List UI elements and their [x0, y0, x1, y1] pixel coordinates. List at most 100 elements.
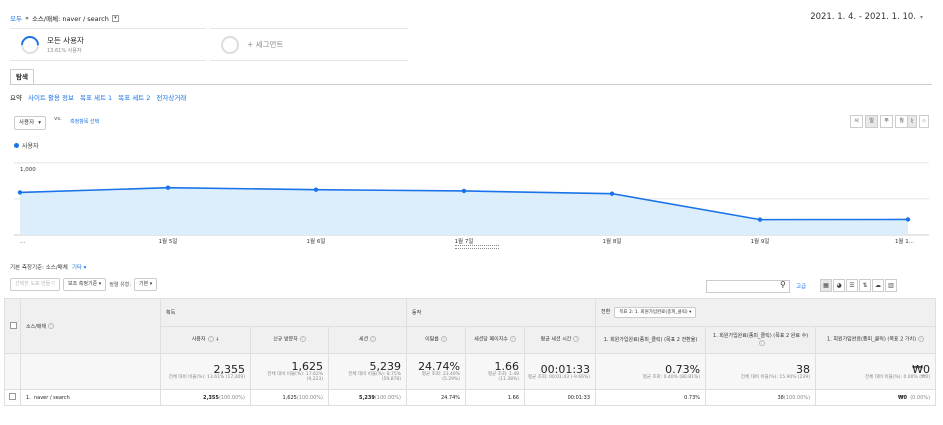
users-line-chart[interactable]: 1,000500...1월 5일1월 6일1월 7일1월 8일1월 9일1월 1… [0, 150, 943, 250]
column-header-goal-value[interactable]: 1. 회원가입완료(종피_클릭) (목표 2 가치)? [815, 326, 937, 354]
advanced-filter-link[interactable]: 고급 [796, 282, 806, 290]
pivot-view-icon[interactable]: ▥ [885, 279, 897, 292]
comparison-view-icon[interactable]: ⇅ [859, 279, 871, 292]
table-row[interactable]: 1. naver / search 2,355(100.00%) 1,625(1… [4, 389, 937, 406]
help-icon[interactable]: ? [299, 336, 306, 343]
segment-title: 모든 사용자 [47, 36, 84, 45]
select-all-checkbox[interactable] [10, 321, 17, 329]
add-segment-button[interactable]: + 세그먼트 [210, 28, 408, 61]
cell-pct: (100.00%) [374, 394, 402, 401]
subtab-ecommerce[interactable]: 전자상거래 [156, 92, 186, 102]
total-sub: 전체 대비 비율(%): 17.62% (9,223) [267, 372, 323, 382]
subtab-site-usage[interactable]: 사이트 활용 정보 [28, 92, 74, 102]
breadcrumb-separator: » [24, 14, 29, 22]
total-avg-session-duration-cell: 00:01:33 평균 조회: 00:01:43 (-9.66%) [524, 353, 597, 390]
breadcrumb-root-link[interactable]: 모두 [10, 13, 22, 23]
subtab-goal-set-2[interactable]: 목표 세트 2 [118, 92, 150, 102]
goal-dropdown[interactable]: 목표 2: 1. 회원가입완료(종피_클릭) ▾ [614, 307, 697, 318]
chevron-down-icon[interactable]: ▾ [111, 14, 119, 22]
breadcrumb-current: 소스/매체: naver / search [31, 15, 109, 23]
term-cloud-icon[interactable]: ☁ [872, 279, 884, 292]
total-sub: 평균 조회: 00:01:43 (-9.66%) [528, 374, 591, 380]
total-sub: 전체 대비 비율(%): 13.61% (17,309) [168, 374, 245, 380]
chevron-down-icon: ▾ [38, 120, 41, 126]
row-index: 1. [26, 394, 31, 401]
column-header-pages-per-session[interactable]: 세션당 페이지수? [465, 326, 526, 354]
segment-ring-icon [17, 31, 43, 58]
help-icon[interactable]: ? [207, 336, 214, 343]
motion-chart-icon[interactable]: ⁘ [919, 115, 929, 128]
help-icon[interactable]: ? [573, 336, 580, 343]
help-icon[interactable]: ? [48, 323, 55, 329]
granularity-hour-button[interactable]: 시 [850, 115, 863, 128]
cell-pct: (100.00%) [783, 394, 811, 401]
column-header-sessions[interactable]: 세션? [327, 326, 408, 354]
chart-data-point [461, 188, 467, 194]
column-header-avg-session-duration[interactable]: 평균 세션 시간? [524, 326, 597, 354]
dimension-column-header[interactable]: 소스/매체? [20, 298, 161, 354]
add-segment-label: + 세그먼트 [247, 40, 284, 49]
cell-value: 00:01:33 [567, 394, 591, 401]
column-header-users[interactable]: 사용자? ↓ [160, 326, 251, 354]
granularity-buttons: 시 일 주 월 [850, 115, 908, 128]
granularity-week-button[interactable]: 주 [880, 115, 893, 128]
cell-value: 5,239 [359, 394, 375, 401]
dimension-header-label: 소스/매체 [26, 323, 47, 330]
column-header-goal-completions[interactable]: 1. 회원가입완료(종피_클릭) (목표 2 완료 수)? [705, 326, 817, 354]
help-icon[interactable]: ? [509, 336, 516, 343]
total-sub: 평균 조회: 23.49% (5.29%) [421, 372, 461, 382]
column-label: 사용자 [191, 336, 206, 343]
chart-data-point [313, 187, 319, 192]
segment-all-users[interactable]: 모든 사용자 13.61% 사용자 [10, 28, 206, 61]
table-view-icon[interactable]: ▦ [820, 279, 832, 292]
row-goal-completions-cell: 38(100.00%) [705, 389, 817, 406]
metric-dropdown[interactable]: 사용자 ▾ [14, 116, 46, 130]
chart-area-fill [20, 187, 908, 235]
table-search-input[interactable] [706, 280, 790, 293]
row-checkbox[interactable] [9, 393, 16, 400]
select-metric-link[interactable]: 측정항목 선택 [70, 118, 99, 125]
chevron-down-icon: ▾ [919, 14, 923, 21]
tab-explore[interactable]: 탐색 [10, 69, 34, 85]
x-tick-label: 1월 1... [895, 237, 914, 245]
help-icon[interactable]: ? [440, 336, 447, 343]
subtab-goal-set-1[interactable]: 목표 세트 1 [80, 92, 112, 102]
total-new-users-cell: 1,625 전체 대비 비율(%): 17.62% (9,223) [250, 353, 329, 390]
help-icon[interactable]: ? [758, 339, 765, 346]
x-tick-label: 1월 5일 [159, 237, 178, 245]
plot-rows-button[interactable]: 선택한 도표 만들기 [10, 278, 60, 291]
chart-resize-handle[interactable] [455, 245, 499, 249]
line-chart-icon[interactable]: ⌇ [907, 115, 917, 128]
column-label: 1. 회원가입완료(종피_클릭) (목표 2 가치) [827, 336, 917, 343]
column-header-goal-conversion-rate[interactable]: 1. 회원가입완료(종피_클릭) (목표 2 전환율) [595, 326, 707, 354]
granularity-day-button[interactable]: 일 [865, 115, 878, 128]
column-header-new-users[interactable]: 신규 방문자? [250, 326, 329, 354]
total-sub: 전체 대비 비율(%): 0.00% (₩0) [865, 374, 931, 380]
total-users-cell: 2,355 전체 대비 비율(%): 13.61% (17,309) [160, 353, 251, 390]
help-icon[interactable]: ? [370, 336, 377, 343]
total-value: ₩0 [912, 362, 931, 376]
row-dimension-link[interactable]: naver / search [34, 395, 70, 401]
table-view-buttons: ▦ ◕ ☰ ⇅ ☁ ▥ [820, 279, 897, 292]
chart-data-point [609, 191, 615, 196]
column-header-bounce-rate[interactable]: 이탈률? [406, 326, 467, 354]
cell-value: 24.74% [440, 394, 461, 401]
vs-label: vs. [54, 116, 62, 122]
date-range-picker[interactable]: 2021. 1. 4. - 2021. 1. 10. ▾ [810, 12, 923, 22]
subtab-summary[interactable]: 요약 [10, 92, 22, 102]
search-icon[interactable]: ⚲ [780, 280, 786, 289]
total-value: 00:01:33 [540, 362, 591, 376]
performance-view-icon[interactable]: ☰ [846, 279, 858, 292]
total-sessions-cell: 5,239 전체 대비 비율(%): 8.75% (59,878) [327, 353, 408, 390]
other-dimension-link[interactable]: 기타 ▾ [72, 263, 87, 271]
sort-type-dropdown[interactable]: 기본 ▾ [133, 278, 158, 291]
help-icon[interactable]: ? [918, 336, 925, 343]
cell-value: 0.73% [684, 394, 701, 401]
pie-view-icon[interactable]: ◕ [833, 279, 845, 292]
cell-pct: (0.00%) [910, 394, 931, 401]
total-sub: 전체 대비 비율(%): 15.90% (239) [740, 374, 811, 380]
secondary-dimension-dropdown[interactable]: 보조 측정기준 ▾ [62, 278, 107, 291]
total-pages-per-session-cell: 1.66 평균 조회: 1.48 (11.38%) [465, 353, 526, 390]
sort-desc-icon[interactable]: ↓ [215, 337, 219, 343]
legend-dot-icon [14, 143, 19, 148]
